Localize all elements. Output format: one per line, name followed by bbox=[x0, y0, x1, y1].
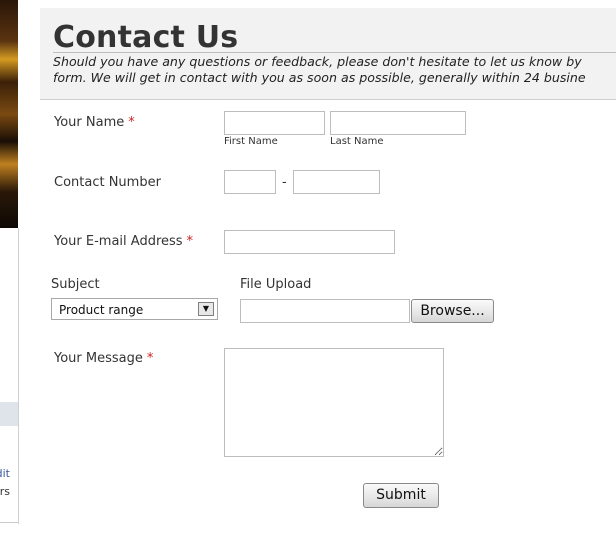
sidebar-link-fragment[interactable]: dit bbox=[0, 467, 10, 480]
page-title: Contact Us bbox=[53, 20, 239, 55]
last-name-sublabel: Last Name bbox=[330, 136, 384, 147]
required-marker: * bbox=[128, 115, 135, 130]
intro-line-2: form. We will get in contact with you as… bbox=[53, 70, 586, 85]
email-field[interactable] bbox=[224, 230, 395, 254]
required-marker: * bbox=[186, 234, 194, 249]
name-label: Your Name * bbox=[54, 115, 135, 130]
phone-separator: - bbox=[282, 175, 287, 190]
phone-area-field[interactable] bbox=[224, 170, 276, 194]
required-marker: * bbox=[146, 351, 154, 366]
sidebar-divider bbox=[0, 522, 18, 525]
page-header: Contact Us Should you have any questions… bbox=[40, 8, 616, 100]
message-textarea[interactable] bbox=[224, 348, 444, 457]
chevron-down-icon[interactable]: ▼ bbox=[198, 302, 214, 316]
phone-number-field[interactable] bbox=[293, 170, 380, 194]
file-upload-field[interactable] bbox=[240, 299, 410, 323]
first-name-sublabel: First Name bbox=[224, 136, 278, 147]
email-label: Your E-mail Address * bbox=[54, 234, 193, 249]
message-label: Your Message * bbox=[54, 351, 153, 366]
intro-text: Should you have any questions or feedbac… bbox=[53, 54, 616, 86]
sidebar-text-fragment: rs bbox=[0, 485, 10, 498]
sidebar-photo bbox=[0, 0, 18, 228]
name-label-text: Your Name bbox=[54, 115, 125, 130]
last-name-field[interactable] bbox=[330, 111, 466, 135]
first-name-field[interactable] bbox=[224, 111, 325, 135]
intro-line-1: Should you have any questions or feedbac… bbox=[53, 54, 582, 69]
browse-button[interactable]: Browse... bbox=[411, 299, 494, 323]
subject-selected-value: Product range bbox=[59, 303, 144, 317]
message-label-text: Your Message bbox=[54, 351, 143, 366]
title-underline bbox=[53, 52, 616, 53]
subject-label: Subject bbox=[51, 277, 100, 292]
subject-select[interactable]: Product range ▼ bbox=[51, 298, 218, 320]
submit-button[interactable]: Submit bbox=[363, 483, 439, 508]
sidebar-selected-item[interactable] bbox=[0, 402, 18, 426]
contact-number-label: Contact Number bbox=[54, 175, 161, 190]
email-label-text: Your E-mail Address bbox=[54, 234, 183, 249]
file-upload-label: File Upload bbox=[240, 277, 312, 292]
